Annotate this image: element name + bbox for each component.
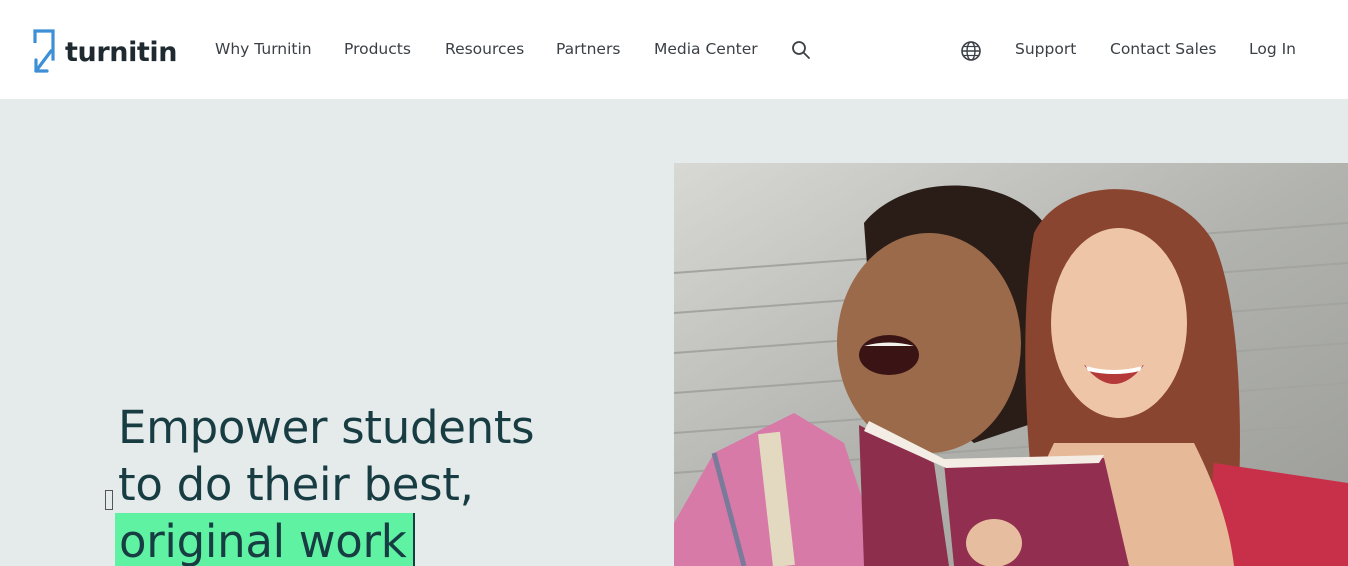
- nav-products[interactable]: Products: [344, 40, 411, 58]
- nav-resources[interactable]: Resources: [445, 40, 524, 58]
- nav-partners[interactable]: Partners: [556, 40, 620, 58]
- nav-why-turnitin[interactable]: Why Turnitin: [215, 40, 312, 58]
- hero-section: Empower students to do their best, origi…: [0, 99, 1348, 566]
- turnitin-logo[interactable]: turnitin: [30, 28, 178, 76]
- hero-headline: Empower students to do their best, origi…: [115, 399, 535, 566]
- nav-media-center[interactable]: Media Center: [654, 40, 758, 58]
- headline-line-2: to do their best,: [118, 458, 474, 511]
- turnitin-logo-icon: [33, 29, 55, 73]
- globe-icon[interactable]: [960, 40, 982, 66]
- nav-contact-sales[interactable]: Contact Sales: [1110, 40, 1217, 58]
- search-icon[interactable]: [791, 40, 811, 64]
- hero-students-photo: [674, 163, 1348, 566]
- headline-line-1: Empower students: [118, 401, 535, 454]
- nav-support[interactable]: Support: [1015, 40, 1076, 58]
- logo-wordmark: turnitin: [65, 36, 178, 68]
- nav-log-in[interactable]: Log In: [1249, 40, 1296, 58]
- site-header: turnitin Why Turnitin Products Resources…: [0, 0, 1348, 99]
- headline-highlight: original work: [115, 513, 415, 566]
- text-cursor-caret: [105, 490, 113, 510]
